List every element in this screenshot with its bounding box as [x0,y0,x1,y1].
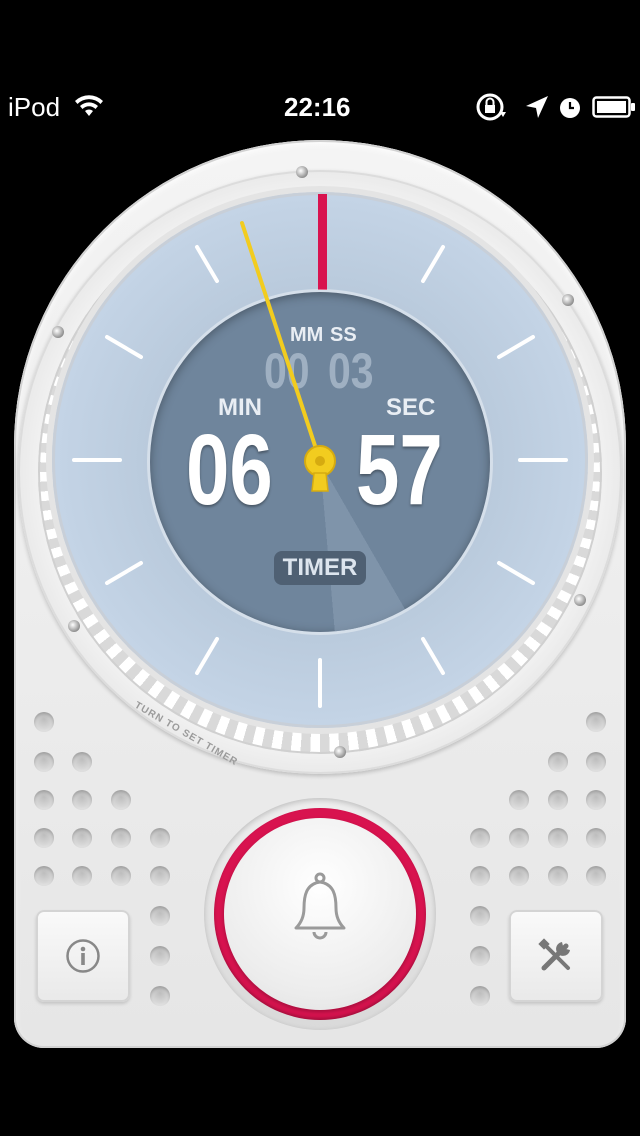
timer-hand [240,221,336,492]
speaker-hole [548,752,568,772]
bell-icon [294,872,346,940]
speaker-hole [34,752,54,772]
speaker-hole [470,866,490,886]
speaker-hole [470,946,490,966]
speaker-hole [72,752,92,772]
speaker-hole [586,712,606,732]
mode-badge: TIMER [274,551,366,585]
speaker-hole [34,712,54,732]
speaker-hole [509,790,529,810]
speaker-hole [509,828,529,848]
speaker-hole [586,790,606,810]
speaker-hole [111,828,131,848]
speaker-hole [72,828,92,848]
clock-time: 22:16 [284,92,351,122]
speaker-hole [548,790,568,810]
speaker-hole [470,828,490,848]
speaker-hole [72,790,92,810]
battery-icon [592,96,635,118]
speaker-hole [470,906,490,926]
speaker-hole [548,828,568,848]
location-icon [526,96,548,118]
speaker-hole [111,790,131,810]
screw [334,746,346,758]
wifi-icon [75,95,103,116]
speaker-hole [509,866,529,886]
tools-icon [538,938,570,971]
speaker-hole [150,906,170,926]
speaker-hole [586,828,606,848]
speaker-hole [150,866,170,886]
speaker-hole [586,866,606,886]
seconds-display: 57 [356,414,443,526]
alarm-clock-icon [560,98,580,118]
speaker-hole [72,866,92,886]
speaker-hole [34,828,54,848]
speaker-hole [150,946,170,966]
alarm-bell-button[interactable] [224,818,416,1010]
carrier-text: iPod [8,92,61,122]
speaker-hole [150,828,170,848]
speaker-hole [586,752,606,772]
screw [296,166,308,178]
speaker-hole [34,866,54,886]
speaker-hole [150,986,170,1006]
speaker-hole [470,986,490,1006]
status-bar [0,0,640,40]
speaker-hole [111,866,131,886]
info-icon [66,939,100,973]
settings-button[interactable] [509,910,603,1002]
rotation-lock-icon [476,93,506,121]
speaker-hole [548,866,568,886]
info-button[interactable] [36,910,130,1002]
speaker-hole [34,790,54,810]
